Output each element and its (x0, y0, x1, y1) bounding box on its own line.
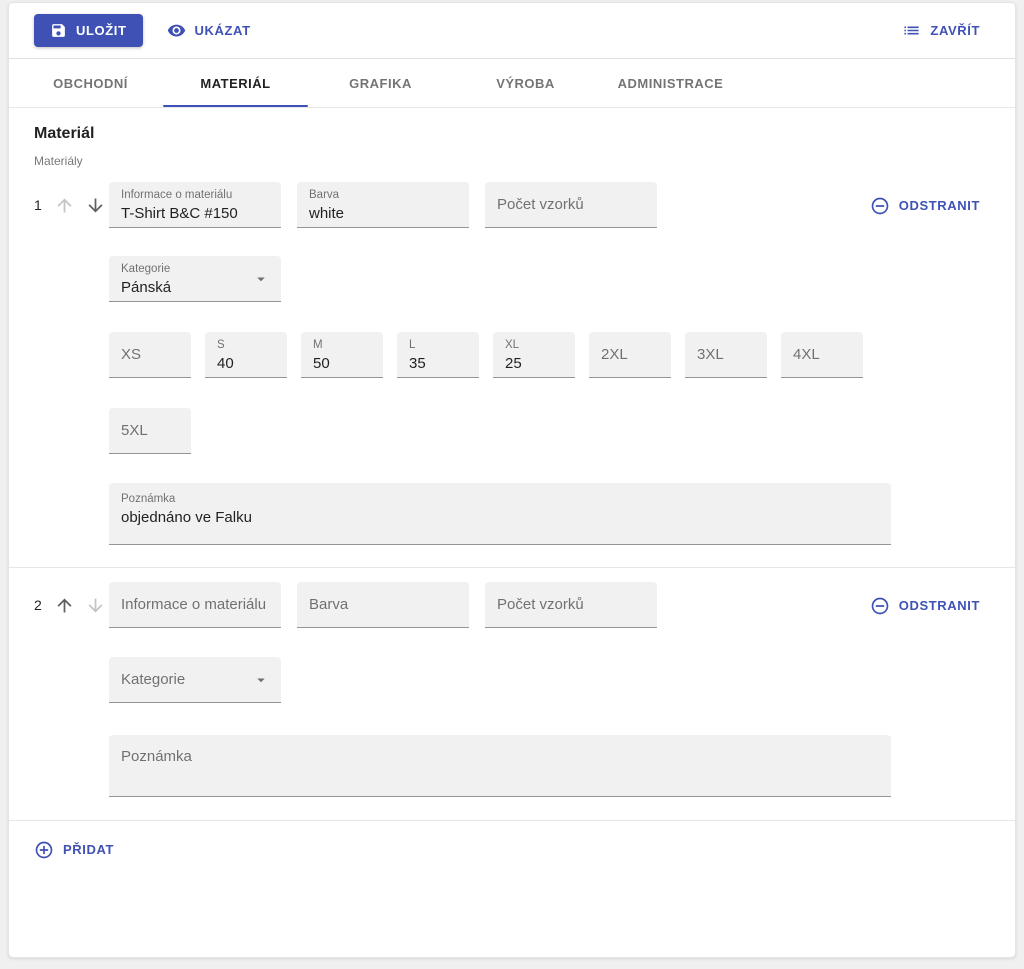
item-2-move-down-button[interactable] (83, 593, 108, 618)
item-2-remove-button[interactable]: ODSTRANIT (860, 589, 990, 622)
page-title: Materiál (34, 125, 990, 143)
item-1-move-down-button[interactable] (83, 193, 108, 218)
field-value: white (309, 203, 457, 225)
field-label: XS (121, 346, 179, 364)
item-1-size-5xl-field[interactable]: 5XL (109, 408, 191, 454)
field-label: Kategorie (121, 262, 269, 277)
item-2-color-field[interactable]: Barva (297, 582, 469, 628)
item-1-move-up-button[interactable] (52, 193, 77, 218)
add-circle-icon (34, 840, 54, 860)
material-section: Materiál Materiály 1 (9, 125, 1015, 866)
chevron-down-icon (249, 668, 273, 692)
field-label: Poznámka (121, 748, 879, 766)
tab-material[interactable]: MATERIÁL (163, 59, 308, 107)
save-button-label: ULOŽIT (76, 23, 127, 38)
tab-bar: OBCHODNÍ MATERIÁL GRAFIKA VÝROBA ADMINIS… (9, 59, 1015, 108)
tab-administrace[interactable]: ADMINISTRACE (598, 59, 743, 107)
field-value: 40 (217, 353, 275, 375)
item-2-move-up-button[interactable] (52, 593, 77, 618)
field-label: Barva (309, 188, 457, 203)
tab-vyroba[interactable]: VÝROBA (453, 59, 598, 107)
item-1-size-3xl-field[interactable]: 3XL (685, 332, 767, 378)
save-icon (50, 22, 67, 39)
item-1-color-field[interactable]: Barva white (297, 182, 469, 228)
field-value: objednáno ve Falku (121, 507, 879, 529)
field-label: 3XL (697, 346, 755, 364)
item-1-index: 1 (34, 197, 42, 213)
close-button[interactable]: ZAVŘÍT (892, 14, 990, 47)
remove-circle-icon (870, 196, 890, 216)
item-1-size-m-field[interactable]: M 50 (301, 332, 383, 378)
item-2-note-field[interactable]: Poznámka (109, 735, 891, 797)
field-label: Poznámka (121, 492, 879, 507)
eye-icon (167, 21, 186, 40)
add-material-button[interactable]: PŘIDAT (24, 833, 124, 866)
field-label: Informace o materiálu (121, 596, 269, 614)
arrow-up-icon (54, 595, 75, 616)
field-label: 2XL (601, 346, 659, 364)
tab-grafika[interactable]: GRAFIKA (308, 59, 453, 107)
remove-circle-icon (870, 596, 890, 616)
item-1-size-4xl-field[interactable]: 4XL (781, 332, 863, 378)
arrow-down-icon (85, 595, 106, 616)
list-icon (902, 21, 921, 40)
item-divider (9, 567, 1015, 568)
field-label: M (313, 338, 371, 353)
add-divider (9, 820, 1015, 821)
close-button-label: ZAVŘÍT (930, 23, 980, 38)
field-label: Počet vzorků (497, 596, 645, 614)
field-label: Počet vzorků (497, 196, 645, 214)
field-label: XL (505, 338, 563, 353)
item-1-samples-field[interactable]: Počet vzorků (485, 182, 657, 228)
save-button[interactable]: ULOŽIT (34, 14, 143, 47)
field-value: 35 (409, 353, 467, 375)
item-2-index: 2 (34, 597, 42, 613)
item-1-size-2xl-field[interactable]: 2XL (589, 332, 671, 378)
item-1-info-field[interactable]: Informace o materiálu T-Shirt B&C #150 (109, 182, 281, 228)
item-2-info-field[interactable]: Informace o materiálu (109, 582, 281, 628)
field-label: Informace o materiálu (121, 188, 269, 203)
item-1-remove-button[interactable]: ODSTRANIT (860, 189, 990, 222)
field-value: Pánská (121, 277, 269, 299)
item-1-category-select[interactable]: Kategorie Pánská (109, 256, 281, 302)
item-1-reorder: 1 (34, 182, 109, 228)
item-2-samples-field[interactable]: Počet vzorků (485, 582, 657, 628)
field-label: 4XL (793, 346, 851, 364)
toolbar: ULOŽIT UKÁZAT ZAVŘÍT (9, 3, 1015, 59)
item-2-category-select[interactable]: Kategorie (109, 657, 281, 703)
show-button-label: UKÁZAT (195, 23, 251, 38)
field-label: Barva (309, 596, 457, 614)
item-2-reorder: 2 (34, 582, 109, 628)
tab-obchodni[interactable]: OBCHODNÍ (18, 59, 163, 107)
field-value: 50 (313, 353, 371, 375)
field-label: 5XL (121, 422, 179, 440)
form-card: ULOŽIT UKÁZAT ZAVŘÍT OBCHODNÍ MATERIÁL G… (8, 2, 1016, 958)
item-1-size-xs-field[interactable]: XS (109, 332, 191, 378)
field-label: S (217, 338, 275, 353)
add-button-label: PŘIDAT (63, 842, 114, 857)
item-1-note-field[interactable]: Poznámka objednáno ve Falku (109, 483, 891, 545)
section-label: Materiály (34, 154, 990, 168)
field-value: 25 (505, 353, 563, 375)
item-1-size-s-field[interactable]: S 40 (205, 332, 287, 378)
field-label: L (409, 338, 467, 353)
field-value: T-Shirt B&C #150 (121, 203, 269, 225)
material-item-1: 1 Informace o materiálu T-Shirt B&C (34, 182, 990, 545)
chevron-down-icon (249, 267, 273, 291)
arrow-up-icon (54, 195, 75, 216)
item-1-size-l-field[interactable]: L 35 (397, 332, 479, 378)
material-item-2: 2 Informace o materiálu (34, 582, 990, 797)
remove-button-label: ODSTRANIT (899, 198, 980, 213)
show-button[interactable]: UKÁZAT (157, 14, 261, 47)
arrow-down-icon (85, 195, 106, 216)
field-label: Kategorie (121, 671, 269, 689)
remove-button-label: ODSTRANIT (899, 598, 980, 613)
item-1-size-xl-field[interactable]: XL 25 (493, 332, 575, 378)
